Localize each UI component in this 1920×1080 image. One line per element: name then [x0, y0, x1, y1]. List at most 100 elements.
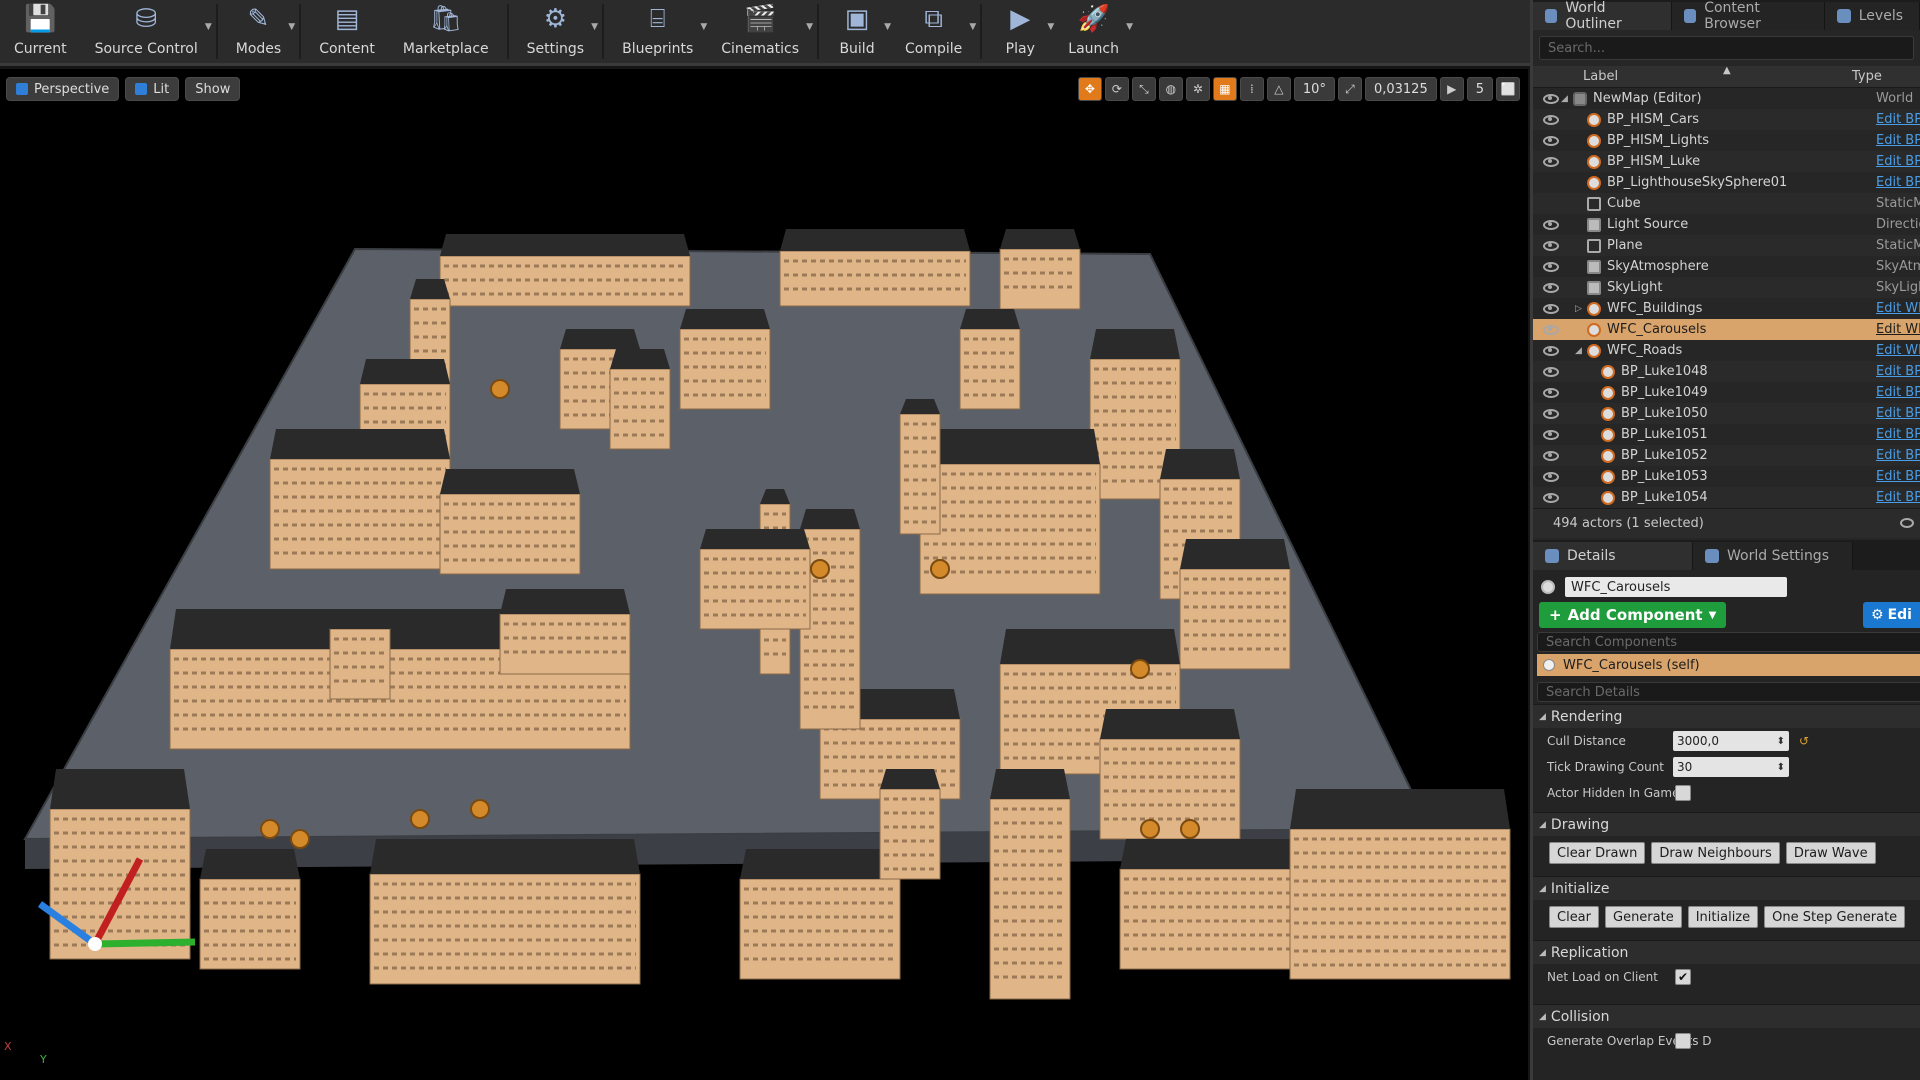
component-self-item[interactable]: WFC_Carousels (self) — [1537, 654, 1920, 676]
visibility-eye-icon[interactable] — [1543, 199, 1559, 209]
rotate-mode-icon[interactable]: ⟳ — [1104, 77, 1129, 101]
edit-actor-link[interactable]: Edit BP — [1876, 133, 1920, 148]
chevron-down-icon[interactable]: ▼ — [969, 22, 976, 32]
tick-drawing-count-field[interactable]: 30 ⬍ — [1673, 757, 1789, 777]
view-options-eye-icon[interactable] — [1900, 518, 1914, 528]
category-collision[interactable]: ◢ Collision — [1533, 1004, 1920, 1028]
edit-actor-link[interactable]: Edit BP — [1876, 364, 1920, 379]
toolbar-marketplace-button[interactable]: 🛍 Marketplace — [389, 0, 503, 63]
visibility-eye-icon[interactable] — [1543, 261, 1559, 272]
visibility-eye-icon[interactable] — [1543, 366, 1559, 377]
outliner-row[interactable]: BP_HISM_Luke Edit BP — [1533, 151, 1920, 172]
cull-distance-field[interactable]: 3000,0 ⬍ — [1673, 731, 1789, 751]
collapsed-arrow-icon[interactable]: ▷ — [1575, 304, 1582, 314]
overlap-events-checkbox[interactable] — [1675, 1033, 1691, 1049]
net-load-checkbox[interactable]: ✔ — [1675, 969, 1691, 985]
edit-actor-link[interactable]: Edit BP — [1876, 448, 1920, 463]
outliner-row[interactable]: BP_Luke1052 Edit BP — [1533, 445, 1920, 466]
category-replication[interactable]: ◢ Replication — [1533, 940, 1920, 964]
lit-button[interactable]: Lit — [125, 77, 180, 101]
scale-mode-icon[interactable]: ⤡ — [1131, 77, 1156, 101]
visibility-eye-icon[interactable] — [1543, 324, 1559, 335]
outliner-row[interactable]: ◢ WFC_Roads Edit WFC — [1533, 340, 1920, 361]
toolbar-blueprints-button[interactable]: ⌸ Blueprints ▼ — [608, 0, 707, 63]
outliner-row[interactable]: ◢ NewMap (Editor) World — [1533, 88, 1920, 109]
actor-name-field[interactable]: WFC_Carousels — [1565, 577, 1787, 597]
edit-actor-link[interactable]: Edit BP — [1876, 427, 1920, 442]
visibility-eye-icon[interactable] — [1543, 240, 1559, 251]
toolbar-cinematics-button[interactable]: 🎬 Cinematics ▼ — [707, 0, 813, 63]
outliner-row[interactable]: SkyLight SkyLight — [1533, 277, 1920, 298]
grid-size-icon[interactable]: ⁞ — [1239, 77, 1264, 101]
chevron-down-icon[interactable]: ▼ — [1126, 22, 1133, 32]
edit-actor-link[interactable]: Edit WFC — [1876, 322, 1920, 337]
chevron-down-icon[interactable]: ▼ — [205, 22, 212, 32]
outliner-row[interactable]: Light Source DirectionalLight — [1533, 214, 1920, 235]
visibility-eye-icon[interactable] — [1543, 450, 1559, 461]
toolbar-modes-button[interactable]: ✎ Modes ▼ — [222, 0, 295, 63]
visibility-eye-icon[interactable] — [1543, 429, 1559, 440]
outliner-row[interactable]: BP_HISM_Lights Edit BP — [1533, 130, 1920, 151]
show-button[interactable]: Show — [185, 77, 241, 101]
visibility-eye-icon[interactable] — [1543, 408, 1559, 419]
draw-wave-button[interactable]: Draw Wave — [1785, 842, 1876, 864]
translate-mode-icon[interactable]: ✥ — [1077, 77, 1102, 101]
tab-world-settings[interactable]: World Settings — [1693, 542, 1853, 570]
chevron-down-icon[interactable]: ▼ — [288, 22, 295, 32]
toolbar-compile-button[interactable]: ⧉ Compile ▼ — [891, 0, 976, 63]
edit-actor-link[interactable]: Edit BP — [1876, 112, 1920, 127]
outliner-row[interactable]: BP_LighthouseSkySphere01 Edit BP — [1533, 172, 1920, 193]
edit-actor-link[interactable]: Edit BP — [1876, 469, 1920, 484]
visibility-eye-icon[interactable] — [1543, 345, 1559, 356]
maximize-viewport-icon[interactable]: ⬜ — [1496, 77, 1520, 101]
edit-actor-link[interactable]: Edit BP — [1876, 154, 1920, 169]
angle-snap-value[interactable]: 10° — [1293, 77, 1335, 101]
visibility-eye-icon[interactable] — [1543, 135, 1559, 146]
tab-content-browser[interactable]: Content Browser — [1671, 0, 1825, 32]
outliner-row[interactable]: BP_Luke1049 Edit BP — [1533, 382, 1920, 403]
edit-actor-link[interactable]: Edit BP — [1876, 385, 1920, 400]
col-label-header[interactable]: Label ▲ — [1583, 65, 1840, 84]
one-step-generate-button[interactable]: One Step Generate — [1764, 906, 1906, 928]
reset-to-default-icon[interactable]: ↺ — [1799, 734, 1809, 748]
tab-levels[interactable]: Levels — [1824, 2, 1920, 30]
outliner-row[interactable]: ▷ WFC_Buildings Edit WFC — [1533, 298, 1920, 319]
chevron-down-icon[interactable]: ▼ — [1047, 22, 1054, 32]
visibility-eye-icon[interactable] — [1543, 303, 1559, 314]
visibility-eye-icon[interactable] — [1543, 387, 1559, 398]
level-viewport[interactable]: Perspective Lit Show ✥ ⟳ ⤡ ◍ ✲ ▦ ⁞ △ 10°… — [0, 69, 1528, 1080]
surface-snap-icon[interactable]: ✲ — [1185, 77, 1210, 101]
edit-actor-link[interactable]: Edit BP — [1876, 490, 1920, 505]
spin-arrows-icon[interactable]: ⬍ — [1777, 736, 1785, 747]
clear-drawn-button[interactable]: Clear Drawn — [1549, 842, 1646, 864]
outliner-row[interactable]: Plane StaticMesh — [1533, 235, 1920, 256]
visibility-eye-icon[interactable] — [1543, 93, 1559, 104]
visibility-eye-icon[interactable] — [1543, 219, 1559, 230]
chevron-down-icon[interactable]: ▼ — [806, 22, 813, 32]
clear-button[interactable]: Clear — [1549, 906, 1599, 928]
visibility-eye-icon[interactable] — [1543, 282, 1559, 293]
category-drawing[interactable]: ◢ Drawing — [1533, 812, 1920, 836]
outliner-row[interactable]: SkyAtmosphere SkyAtmosphere — [1533, 256, 1920, 277]
visibility-eye-icon[interactable] — [1543, 178, 1559, 188]
outliner-row[interactable]: WFC_Carousels Edit WFC — [1533, 319, 1920, 340]
spin-arrows-icon[interactable]: ⬍ — [1777, 762, 1785, 773]
search-details-input[interactable]: Search Details — [1537, 682, 1920, 702]
outliner-row[interactable]: BP_Luke1053 Edit BP — [1533, 466, 1920, 487]
category-initialize[interactable]: ◢ Initialize — [1533, 876, 1920, 900]
visibility-eye-icon[interactable] — [1543, 471, 1559, 482]
chevron-down-icon[interactable]: ▼ — [700, 22, 707, 32]
generate-button[interactable]: Generate — [1605, 906, 1682, 928]
outliner-row[interactable]: BP_Luke1051 Edit BP — [1533, 424, 1920, 445]
chevron-down-icon[interactable]: ▼ — [591, 22, 598, 32]
category-rendering[interactable]: ◢ Rendering — [1533, 704, 1920, 728]
edit-actor-link[interactable]: Edit BP — [1876, 406, 1920, 421]
edit-actor-link[interactable]: Edit WFC — [1876, 301, 1920, 316]
initialize-button[interactable]: Initialize — [1687, 906, 1759, 928]
edit-actor-link[interactable]: Edit BP — [1876, 175, 1920, 190]
outliner-search-input[interactable]: Search... — [1539, 36, 1914, 60]
outliner-row[interactable]: BP_Luke1048 Edit BP — [1533, 361, 1920, 382]
toolbar-settings-button[interactable]: ⚙ Settings ▼ — [513, 0, 598, 63]
expanded-arrow-icon[interactable]: ◢ — [1575, 346, 1582, 356]
toolbar-build-button[interactable]: ▣ Build ▼ — [823, 0, 891, 63]
